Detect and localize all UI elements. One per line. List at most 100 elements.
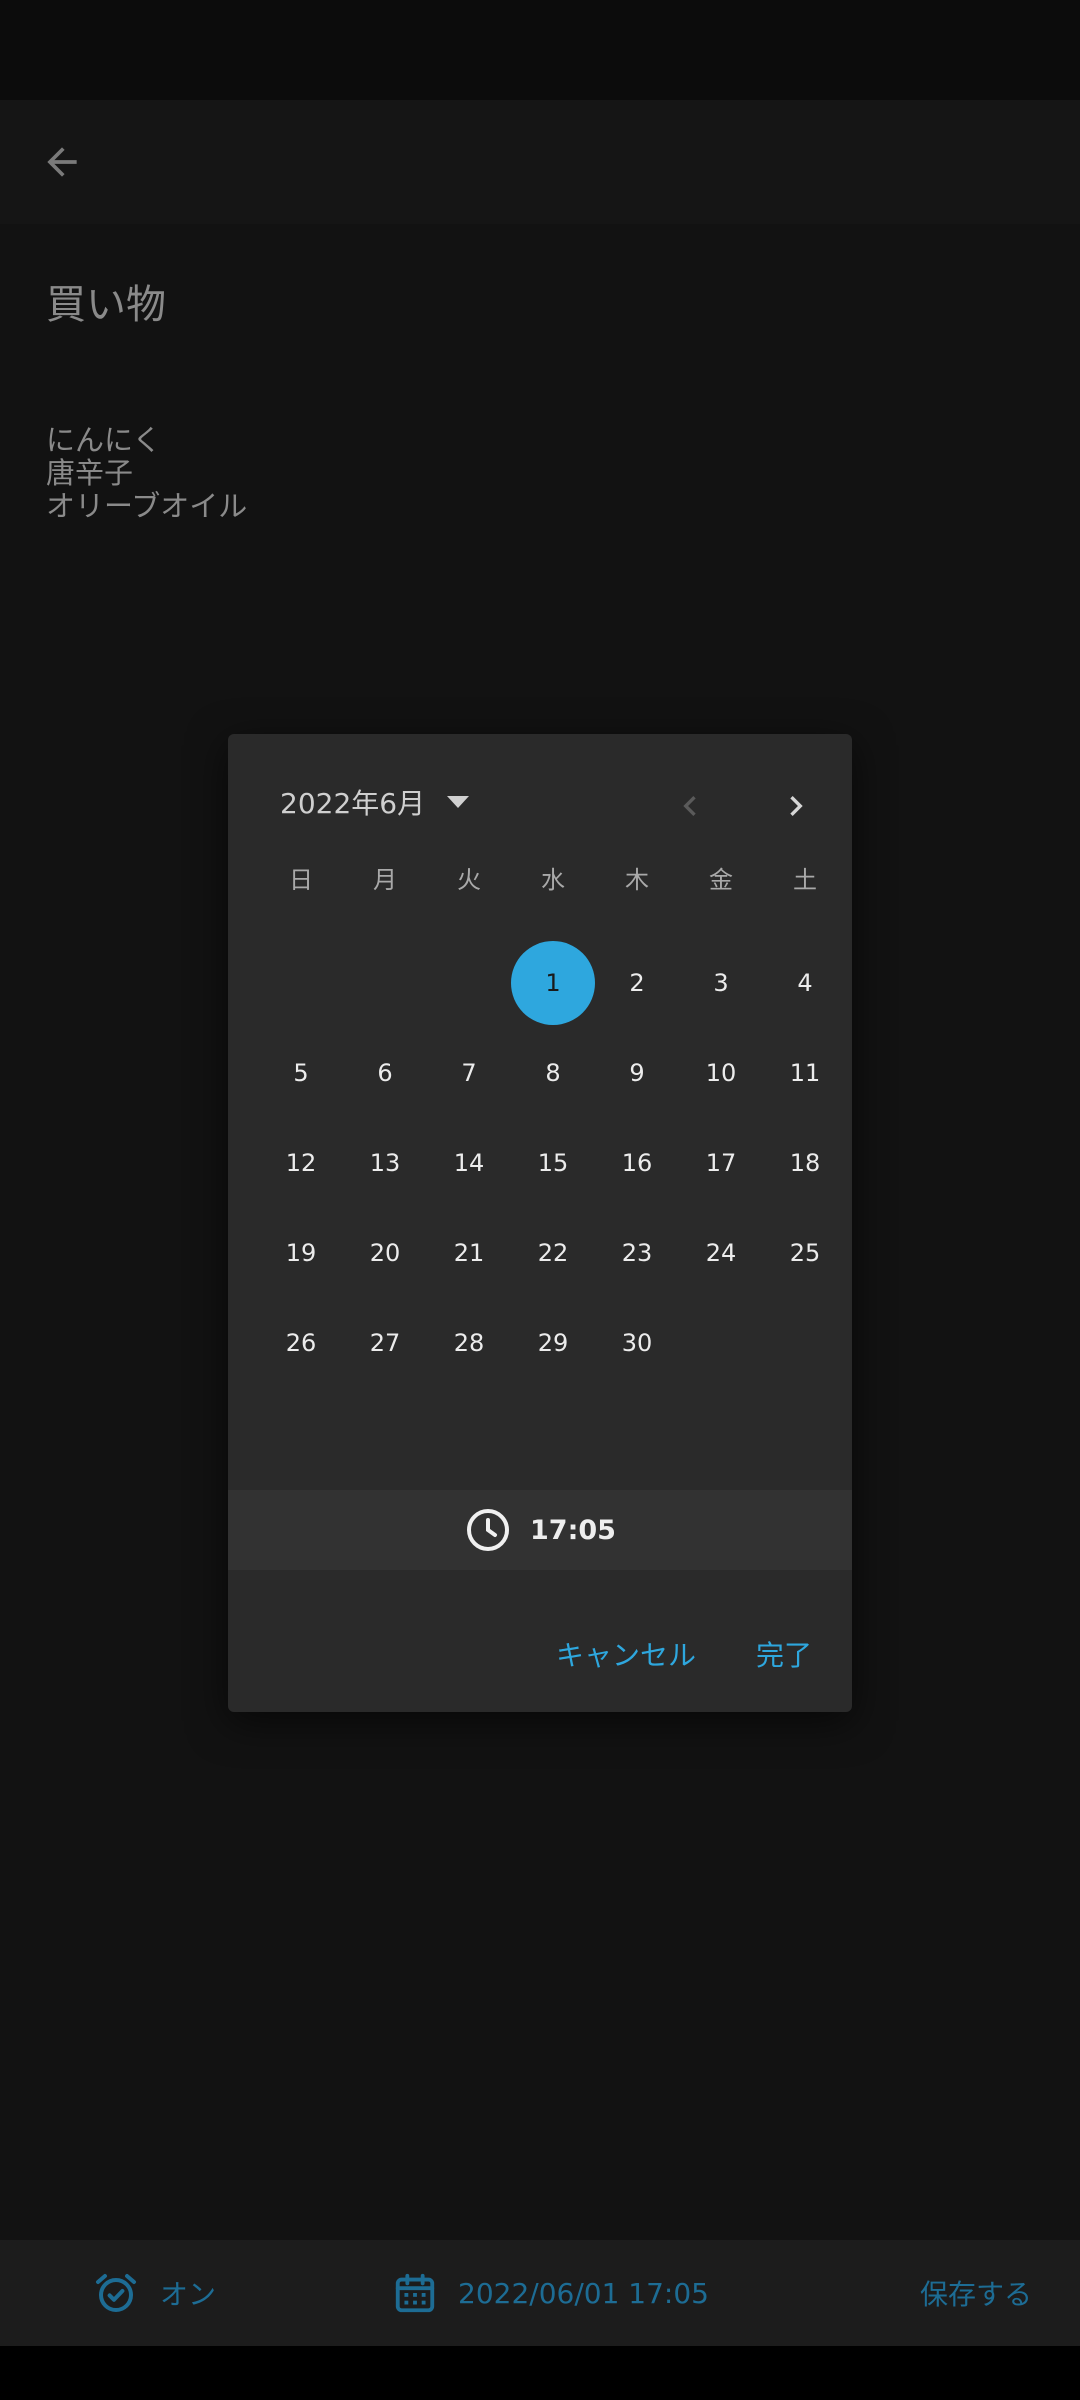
back-button[interactable] [30,130,94,194]
calendar-day-number: 8 [545,1059,561,1087]
calendar-day[interactable]: 9 [595,1028,679,1118]
time-selector[interactable]: 17:05 [228,1490,852,1570]
alarm-label: オン [160,2278,217,2311]
calendar-day-number: 4 [797,969,813,997]
calendar-day[interactable]: 6 [343,1028,427,1118]
calendar-day[interactable]: 13 [343,1118,427,1208]
chevron-right-icon [790,796,803,816]
calendar-day[interactable]: 26 [259,1298,343,1388]
save-label: 保存する [919,2278,1032,2311]
calendar-day-number: 21 [453,1239,485,1267]
calendar-day[interactable]: 28 [427,1298,511,1388]
system-navigation-bar [0,2346,1080,2400]
dropdown-arrow-icon [447,796,470,808]
calendar-day[interactable]: 12 [259,1118,343,1208]
calendar-day-number: 26 [285,1329,317,1357]
done-button[interactable]: 完了 [756,1634,812,1674]
calendar-day-selected[interactable]: 1 [511,938,595,1028]
calendar-day[interactable]: 23 [595,1208,679,1298]
calendar-day[interactable]: 2 [595,938,679,1028]
calendar-icon [395,2273,435,2313]
calendar-day[interactable]: 8 [511,1028,595,1118]
calendar-day[interactable]: 15 [511,1118,595,1208]
arrow-left-icon [47,147,77,177]
calendar-day[interactable]: 30 [595,1298,679,1388]
calendar-day[interactable]: 16 [595,1118,679,1208]
calendar-day[interactable]: 24 [679,1208,763,1298]
weekday-label: 金 [709,866,733,894]
save-button[interactable]: 保存する [920,2240,1032,2346]
calendar-day-number: 15 [537,1149,569,1177]
calendar-day-number: 9 [629,1059,645,1087]
app-bar [0,100,1080,224]
calendar-day-number: 17 [705,1149,737,1177]
clock-icon [467,1509,510,1551]
calendar-days-grid: 1 2 3 4 5 6 7 8 9 10 11 12 13 14 15 16 17 18 19 20 21 22 23 24 2… [259,938,847,1388]
note-line: にんにく [46,423,162,457]
alarm-toggle[interactable]: オン [92,2240,216,2346]
datetime-button[interactable]: 2022/06/01 17:05 [392,2240,709,2346]
calendar-day[interactable]: 14 [427,1118,511,1208]
calendar-day-number: 25 [789,1239,821,1267]
weekday-header: 日 月 火 水 木 金 土 [259,860,847,900]
calendar-day-number: 2 [629,969,645,997]
calendar-day-number: 22 [537,1239,569,1267]
calendar-day-number: 5 [293,1059,309,1087]
calendar-day-number: 23 [621,1239,653,1267]
calendar-day[interactable]: 19 [259,1208,343,1298]
calendar-day-number: 14 [453,1149,485,1177]
calendar-day[interactable]: 29 [511,1298,595,1388]
calendar-day-number: 7 [461,1059,477,1087]
status-bar [0,0,1080,100]
calendar-day-number: 11 [789,1059,821,1087]
weekday-label: 月 [373,866,397,894]
weekday-label: 火 [457,866,481,894]
calendar-day-number: 10 [705,1059,737,1087]
calendar-day-number: 30 [621,1329,653,1357]
calendar-day[interactable]: 10 [679,1028,763,1118]
note-title[interactable]: 買い物 [46,272,166,330]
next-month-button[interactable] [764,774,828,838]
calendar-day[interactable]: 25 [763,1208,847,1298]
calendar-day[interactable]: 20 [343,1208,427,1298]
weekday-label: 土 [793,866,817,894]
weekday-label: 木 [625,866,649,894]
calendar-day-number: 13 [369,1149,401,1177]
calendar-day[interactable]: 5 [259,1028,343,1118]
calendar-day[interactable]: 21 [427,1208,511,1298]
date-picker-dialog: 2022年6月 日 月 火 水 木 金 土 1 2 3 4 5 6 7 8 9 10 11 12 13 1… [228,734,852,1712]
cancel-button[interactable]: キャンセル [556,1634,696,1674]
dialog-actions: キャンセル 完了 [556,1634,812,1674]
calendar-day[interactable]: 17 [679,1118,763,1208]
calendar-day-number: 28 [453,1329,485,1357]
calendar-day[interactable]: 11 [763,1028,847,1118]
calendar-day[interactable]: 22 [511,1208,595,1298]
calendar-day[interactable]: 27 [343,1298,427,1388]
note-body[interactable]: にんにく 唐辛子 オリーブオイル [46,424,247,523]
weekday-label: 日 [289,866,313,894]
calendar-day[interactable]: 3 [679,938,763,1028]
calendar-day[interactable]: 7 [427,1028,511,1118]
calendar-day-number: 27 [369,1329,401,1357]
month-year-label: 2022年6月 [280,787,426,820]
calendar-day-number: 6 [377,1059,393,1087]
calendar-day[interactable]: 4 [763,938,847,1028]
chevron-left-icon [683,796,696,816]
calendar-day[interactable]: 18 [763,1118,847,1208]
previous-month-button[interactable] [658,774,722,838]
calendar-day-number: 16 [621,1149,653,1177]
month-year-selector[interactable]: 2022年6月 [280,774,470,830]
alarm-icon [96,2274,136,2312]
calendar-day-number: 24 [705,1239,737,1267]
calendar-day-number: 18 [789,1149,821,1177]
weekday-label: 水 [541,866,565,894]
note-line: 唐辛子 [46,456,134,490]
calendar-day-number: 12 [285,1149,317,1177]
note-line: オリーブオイル [46,489,248,523]
calendar-day-number: 20 [369,1239,401,1267]
calendar-day-number: 19 [285,1239,317,1267]
calendar-day-number: 1 [511,941,595,1025]
calendar-day-number: 3 [713,969,729,997]
calendar-day-number: 29 [537,1329,569,1357]
time-label: 17:05 [530,1514,616,1546]
